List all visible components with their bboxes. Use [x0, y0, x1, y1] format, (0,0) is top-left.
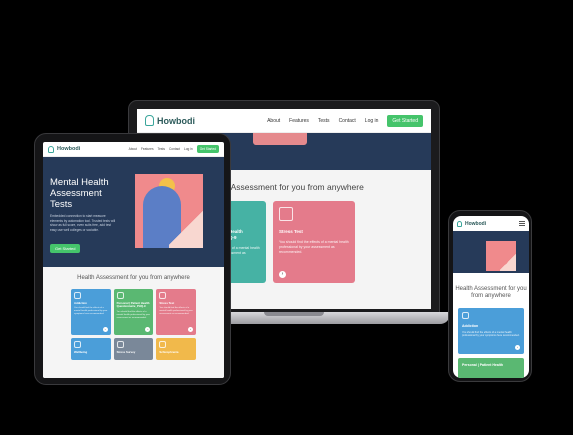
card-desc: You should find the effects of a mental …	[159, 307, 193, 316]
arrow-icon[interactable]: ›	[188, 327, 193, 332]
section-title: Health Assessment for you from anywhere	[77, 275, 190, 281]
hero-title: Mental Health Assessment Tests	[50, 177, 109, 210]
test-card-stress-survey[interactable]: Stress Survey	[113, 338, 154, 360]
arrow-icon[interactable]: ›	[145, 327, 151, 332]
phone-navbar: Howbodi	[453, 216, 529, 231]
get-started-button[interactable]: Get Started	[387, 114, 423, 127]
document-icon	[116, 341, 124, 348]
assessment-section: Health Assessment for you from anywhere …	[43, 267, 224, 378]
hero-banner	[453, 231, 529, 273]
test-card-stress[interactable]: Stress Test You should find the effects …	[273, 201, 355, 283]
hero-banner: Mental Health Assessment Tests Embedded …	[43, 157, 224, 267]
card-title: Schizophrenia	[159, 350, 179, 354]
arrow-icon[interactable]: ›	[279, 271, 286, 278]
clipboard-icon	[74, 292, 81, 299]
test-card-addiction[interactable]: Addiction You should find the effects of…	[458, 308, 524, 354]
hamburger-menu-icon[interactable]	[519, 221, 525, 226]
card-title: Personal | Patient Health	[462, 363, 504, 367]
brand-logo[interactable]: Howbodi	[145, 115, 195, 126]
laptop-navbar: Howbodi About Features Tests Contact Log…	[137, 109, 431, 133]
clipboard-icon	[74, 341, 81, 348]
test-card-phq9[interactable]: Personal | Patient Health Questionnaire_…	[113, 289, 154, 335]
brand-icon	[457, 220, 462, 227]
hero-illustration	[253, 133, 307, 145]
clipboard-icon	[116, 292, 124, 299]
nav-contact[interactable]: Contact	[169, 147, 180, 151]
brand-icon	[145, 115, 154, 126]
test-card-stress[interactable]: Stress Test You should find the effects …	[156, 289, 196, 335]
test-cards: Addiction You should find the effects of…	[49, 289, 218, 360]
tablet-navbar: Howbodi About Features Tests Contact Log…	[43, 142, 224, 157]
tablet-device: Howbodi About Features Tests Contact Log…	[34, 133, 231, 385]
card-desc: You should find the effects of a mental …	[279, 240, 349, 254]
card-desc: You should find the effects of a mental …	[462, 331, 520, 338]
nav-about[interactable]: About	[129, 147, 137, 151]
document-icon	[279, 207, 293, 221]
document-icon	[159, 341, 167, 348]
card-title: Personal | Patient Health Questionnaire_…	[116, 301, 150, 309]
test-card-schizophrenia[interactable]: Schizophrenia	[156, 338, 196, 360]
nav-features[interactable]: Features	[141, 147, 154, 151]
brand-name: Howbodi	[157, 115, 195, 126]
card-title: Stress Survey	[116, 350, 136, 354]
test-card-wellbeing[interactable]: Wellbeing	[71, 338, 111, 360]
nav-login[interactable]: Log in	[184, 147, 193, 151]
tablet-screen: Howbodi About Features Tests Contact Log…	[43, 142, 224, 378]
card-title: Stress Test	[279, 229, 303, 234]
brand-logo[interactable]: Howbodi	[48, 145, 81, 153]
stairs-shape	[169, 208, 203, 248]
get-started-button[interactable]: Get Started	[196, 145, 219, 153]
arrow-icon[interactable]: ›	[515, 345, 520, 350]
nav-links: About Features Tests Contact Log in Get …	[267, 114, 423, 127]
laptop-notch	[264, 312, 324, 316]
card-desc: You should find the effects of a mental …	[116, 310, 150, 319]
brand-icon	[48, 145, 54, 153]
nav-about[interactable]: About	[267, 118, 280, 124]
hero-illustration	[135, 174, 203, 248]
brand-name: Howbodi	[465, 220, 487, 227]
brand-name: Howbodi	[57, 146, 81, 152]
test-card-addiction[interactable]: Addiction You should find the effects of…	[71, 289, 111, 335]
section-title: Health Assessment for you from anywhere	[455, 286, 527, 299]
nav-features[interactable]: Features	[289, 118, 309, 124]
card-title: Addiction	[74, 301, 87, 305]
phone-device: Howbodi Health Assessment for you from a…	[448, 210, 532, 382]
brand-logo[interactable]: Howbodi	[457, 220, 487, 227]
hero-get-started-button[interactable]: Get Started	[50, 244, 81, 253]
hero-text: Embedded connection to start measure ele…	[50, 214, 116, 232]
hero-illustration	[486, 241, 516, 271]
card-title: Stress Test	[159, 301, 175, 305]
nav-links: About Features Tests Contact Log in Get …	[129, 145, 219, 153]
document-icon	[159, 292, 167, 299]
nav-tests[interactable]: Tests	[318, 118, 330, 124]
card-title: Addiction	[462, 324, 479, 328]
clipboard-icon	[462, 312, 469, 319]
nav-tests[interactable]: Tests	[158, 147, 165, 151]
phone-screen: Howbodi Health Assessment for you from a…	[453, 216, 529, 378]
card-title: Wellbeing	[74, 350, 88, 354]
nav-login[interactable]: Log in	[365, 118, 379, 124]
arrow-icon[interactable]: ›	[102, 327, 108, 332]
card-desc: You should find the effects of a mental …	[74, 307, 108, 316]
test-card-phq[interactable]: Personal | Patient Health	[458, 358, 524, 378]
nav-contact[interactable]: Contact	[339, 118, 356, 124]
